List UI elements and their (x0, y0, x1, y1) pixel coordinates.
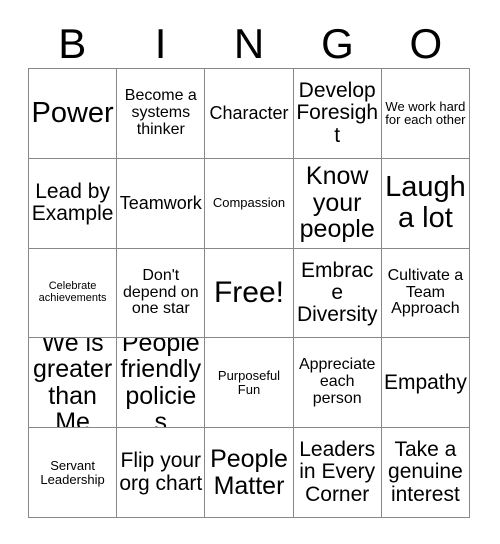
header-letter-b: B (58, 20, 87, 67)
bingo-cell-r5c5[interactable]: Take a genuine interest (381, 428, 470, 518)
bingo-cell-text: Develop Foresight (296, 79, 379, 147)
bingo-cell-r3c5[interactable]: Cultivate a Team Approach (381, 248, 470, 339)
header-letter-o: O (409, 20, 443, 67)
header-letter-n: N (233, 20, 265, 67)
bingo-cell-r2c2[interactable]: Teamwork (117, 158, 206, 249)
bingo-cell-r3c1[interactable]: Celebrate achievements (29, 248, 118, 339)
bingo-cell-text: Lead by Example (31, 179, 114, 226)
bingo-cell-r1c1[interactable]: Power (29, 69, 118, 159)
bingo-cell-r4c1[interactable]: We is greater than Me (29, 338, 118, 429)
bingo-cell-text: People friendly policies (120, 338, 202, 429)
bingo-cell-r2c1[interactable]: Lead by Example (29, 158, 118, 249)
bingo-card: B I N G O Power Become a systems thinker… (0, 0, 500, 544)
bingo-cell-text: Flip your org chart (119, 449, 203, 495)
bingo-cell-r4c5[interactable]: Empathy (381, 338, 470, 429)
bingo-cell-r1c3[interactable]: Character (205, 69, 294, 159)
bingo-cell-text: Cultivate a Team Approach (387, 266, 464, 318)
bingo-cell-text: We work hard for each other (385, 98, 466, 128)
bingo-cell-text: Teamwork (119, 192, 202, 213)
header-letter-i: I (154, 20, 167, 67)
bingo-cell-r3c4[interactable]: Embrace Diversity (293, 248, 382, 339)
bingo-cell-r4c4[interactable]: Appreciate each person (293, 338, 382, 429)
bingo-cell-r3c2[interactable]: Don't depend on one star (117, 248, 206, 339)
bingo-cell-text: Character (209, 102, 289, 123)
bingo-cell-text: Know your people (299, 162, 375, 244)
bingo-cell-text: Celebrate achievements (38, 280, 107, 304)
bingo-cell-r4c3[interactable]: Purposeful Fun (205, 338, 294, 429)
bingo-grid: Power Become a systems thinker Character… (28, 68, 470, 518)
bingo-header: B I N G O (28, 6, 470, 68)
bingo-cell-text: Embrace Diversity (296, 258, 378, 327)
bingo-cell-text: Leaders in Every Corner (299, 438, 376, 506)
bingo-cell-r5c2[interactable]: Flip your org chart (117, 428, 206, 518)
bingo-cell-text: Servant Leadership (40, 457, 105, 487)
bingo-cell-text: People Matter (210, 445, 288, 500)
bingo-cell-r4c2[interactable]: People friendly policies (117, 338, 206, 429)
bingo-cell-text: Purposeful Fun (217, 368, 281, 397)
bingo-cell-r1c4[interactable]: Develop Foresight (293, 69, 382, 159)
header-letter-g: G (321, 20, 354, 67)
bingo-cell-text: Become a systems thinker (124, 86, 197, 138)
bingo-cell-r2c4[interactable]: Know your people (293, 158, 382, 249)
bingo-cell-r5c4[interactable]: Leaders in Every Corner (293, 428, 382, 518)
bingo-cell-text: Power (31, 97, 114, 130)
bingo-cell-text: Appreciate each person (298, 356, 376, 408)
bingo-cell-text: Don't depend on one star (122, 266, 199, 318)
bingo-cell-r2c3[interactable]: Compassion (205, 158, 294, 249)
bingo-cell-text: Compassion (212, 195, 286, 211)
bingo-cell-text: Empathy (383, 370, 467, 394)
bingo-cell-r5c3[interactable]: People Matter (205, 428, 294, 518)
bingo-cell-r5c1[interactable]: Servant Leadership (29, 428, 118, 518)
bingo-cell-free-space[interactable]: Free! (205, 248, 294, 339)
bingo-cell-text: We is greater than Me (32, 338, 113, 429)
bingo-cell-text: Laugh a lot (385, 171, 466, 235)
free-space-label: Free! (213, 276, 284, 310)
bingo-cell-r1c5[interactable]: We work hard for each other (381, 69, 470, 159)
bingo-cell-r1c2[interactable]: Become a systems thinker (117, 69, 206, 159)
bingo-cell-r2c5[interactable]: Laugh a lot (381, 158, 470, 249)
bingo-cell-text: Take a genuine interest (388, 438, 463, 506)
